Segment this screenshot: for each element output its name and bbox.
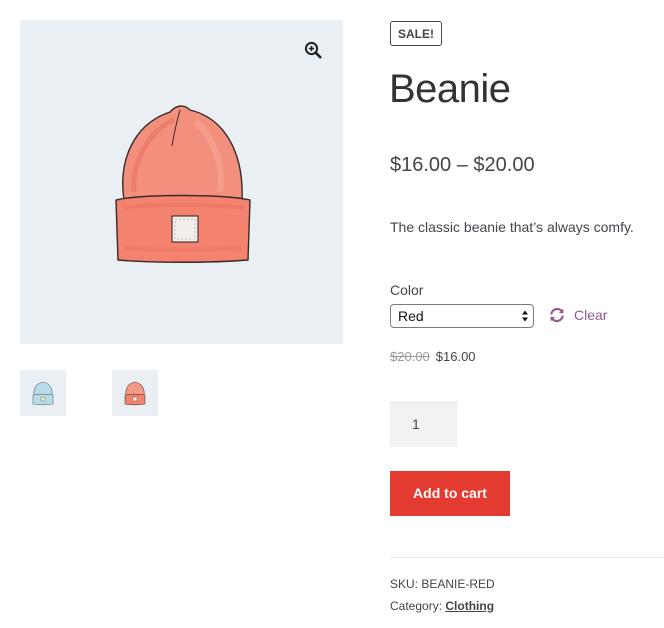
meta-divider: [390, 557, 664, 558]
product-title: Beanie: [389, 67, 511, 111]
variation-price: $20.00 $16.00: [390, 347, 476, 367]
price-range: $16.00 – $20.00: [390, 154, 535, 176]
product-main-image[interactable]: [20, 20, 343, 344]
beanie-image: [115, 105, 251, 263]
refresh-icon: [550, 307, 564, 323]
beanie-red-thumb-icon: [124, 381, 146, 406]
category-link[interactable]: Clothing: [445, 599, 494, 613]
product-sku: SKU: BEANIE-RED: [390, 575, 495, 593]
beanie-blue-thumb-icon: [32, 381, 54, 406]
color-attribute-label: Color: [390, 282, 424, 298]
clear-label: Clear: [574, 307, 608, 323]
zoom-icon[interactable]: [304, 41, 322, 59]
sale-price: $16.00: [435, 349, 476, 364]
sku-label: SKU:: [390, 577, 419, 591]
sale-badge: SALE!: [390, 21, 442, 46]
thumbnail-beanie-blue[interactable]: [20, 370, 66, 416]
thumbnail-beanie-red[interactable]: [112, 370, 158, 416]
color-select-value: Red: [398, 308, 424, 324]
product-category: Category: Clothing: [390, 597, 494, 615]
quantity-input[interactable]: 1: [390, 402, 457, 447]
regular-price: $20.00: [390, 349, 430, 364]
category-label: Category:: [390, 599, 443, 613]
add-to-cart-button[interactable]: Add to cart: [390, 471, 510, 516]
short-description: The classic beanie that’s always comfy.: [390, 219, 634, 235]
color-select[interactable]: Red: [390, 304, 534, 328]
select-arrows-icon: [522, 310, 528, 322]
sku-value: BEANIE-RED: [421, 577, 495, 591]
